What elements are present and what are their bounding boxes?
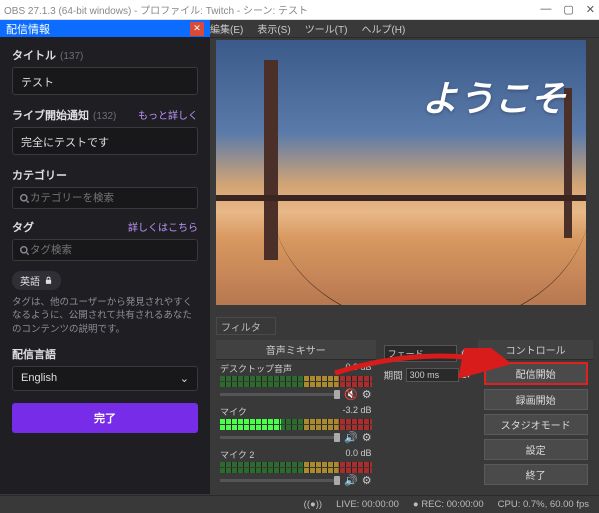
start-streaming-button[interactable]: 配信開始 <box>484 362 588 385</box>
done-button[interactable]: 完了 <box>12 403 198 433</box>
search-icon <box>19 245 30 256</box>
audio-meter <box>220 462 372 467</box>
window-title: OBS 27.1.3 (64-bit windows) - プロファイル: Tw… <box>4 2 308 17</box>
menu-edit[interactable]: 編集(E) <box>210 21 243 36</box>
stream-lang-label: 配信言語 <box>12 346 56 362</box>
tags-label: タグ <box>12 219 34 235</box>
title-input[interactable]: テスト <box>12 67 198 95</box>
volume-slider[interactable] <box>220 436 340 439</box>
settings-button[interactable]: 設定 <box>484 439 588 460</box>
maximize-icon[interactable]: ▢ <box>563 3 573 16</box>
audio-meter <box>220 425 372 430</box>
close-icon[interactable]: ✕ <box>586 3 595 16</box>
tags-input[interactable] <box>30 244 191 256</box>
studio-mode-button[interactable]: スタジオモード <box>484 414 588 435</box>
search-icon <box>19 193 30 204</box>
mixer-item-desktop: デスクトップ音声0.0 dB 🔇 ⚙ <box>216 360 376 403</box>
status-bar: ((●)) LIVE: 00:00:00 ● REC: 00:00:00 CPU… <box>0 495 599 513</box>
minimize-icon[interactable]: — <box>540 3 551 16</box>
filters-label[interactable]: フィルタ <box>216 317 276 335</box>
volume-slider[interactable] <box>220 393 340 396</box>
panel-title: 配信情報 <box>6 21 50 37</box>
category-input[interactable] <box>30 192 191 204</box>
lock-icon <box>44 276 53 285</box>
window-titlebar: OBS 27.1.3 (64-bit windows) - プロファイル: Tw… <box>0 0 599 20</box>
gear-icon[interactable]: ⚙ <box>362 388 372 401</box>
golive-input[interactable]: 完全にテストです <box>12 127 198 155</box>
volume-slider[interactable] <box>220 479 340 482</box>
speaker-icon[interactable]: 🔊 <box>344 474 358 487</box>
tags-more-link[interactable]: 詳しくはこちら <box>128 219 198 234</box>
mixer-title: 音声ミキサー <box>216 340 376 360</box>
gear-icon[interactable]: ⚙ <box>460 347 470 360</box>
category-label: カテゴリー <box>12 167 67 183</box>
speaker-icon[interactable]: 🔊 <box>344 431 358 444</box>
mixer-item-mic2: マイク 20.0 dB 🔊 ⚙ <box>216 446 376 489</box>
chip-label: 英語 <box>20 273 40 288</box>
golive-more-link[interactable]: もっと詳しく <box>138 107 198 122</box>
menu-help[interactable]: ヘルプ(H) <box>361 21 405 36</box>
preview-area[interactable]: ようこそ <box>216 40 586 305</box>
audio-meter <box>220 419 372 424</box>
stream-info-panel: 配信情報 ✕ タイトル (137) テスト ライブ開始通知 (132) もっと詳… <box>0 20 210 494</box>
speaker-muted-icon[interactable]: 🔇 <box>344 388 358 401</box>
title-label: タイトル <box>12 47 56 63</box>
gear-icon[interactable]: ⚙ <box>362 431 372 444</box>
golive-count: (132) <box>93 111 116 122</box>
transition-select[interactable]: フェード ⌄ <box>384 345 458 362</box>
status-cpu: CPU: 0.7%, 60.00 fps <box>498 499 589 510</box>
audio-meter <box>220 382 372 387</box>
audio-meter <box>220 468 372 473</box>
language-chip[interactable]: 英語 <box>12 271 61 290</box>
stream-lang-dropdown[interactable]: English ⌄ <box>12 366 198 391</box>
transitions-dock: フェード ⌄ ⚙ 期間 300 ms ▴▾ <box>380 340 475 490</box>
tags-search[interactable] <box>12 239 198 261</box>
status-rec: ● REC: 00:00:00 <box>413 499 484 510</box>
category-search[interactable] <box>12 187 198 209</box>
start-recording-button[interactable]: 録画開始 <box>484 389 588 410</box>
tags-help-text: タグは、他のユーザーから発見されやすくなるように、公開されて共有されるあなたのコ… <box>12 296 198 336</box>
broadcast-icon: ((●)) <box>304 499 322 510</box>
golive-label: ライブ開始通知 <box>12 107 89 123</box>
welcome-text: ようこそ <box>422 70 566 122</box>
duration-label: 期間 <box>384 368 403 382</box>
exit-button[interactable]: 終了 <box>484 464 588 485</box>
title-count: (137) <box>60 51 83 62</box>
controls-title: コントロール <box>478 340 593 360</box>
audio-mixer-dock: 音声ミキサー デスクトップ音声0.0 dB 🔇 ⚙ マイク-3.2 dB 🔊 <box>216 340 376 490</box>
duration-input[interactable]: 300 ms <box>406 368 460 382</box>
audio-meter <box>220 376 372 381</box>
stepper-icon[interactable]: ▴▾ <box>462 371 470 380</box>
gear-icon[interactable]: ⚙ <box>362 474 372 487</box>
menu-view[interactable]: 表示(S) <box>257 21 290 36</box>
status-live: LIVE: 00:00:00 <box>336 499 399 510</box>
mixer-item-mic1: マイク-3.2 dB 🔊 ⚙ <box>216 403 376 446</box>
controls-dock: コントロール 配信開始 録画開始 スタジオモード 設定 終了 <box>478 340 593 490</box>
stream-lang-value: English <box>21 372 57 384</box>
menu-tools[interactable]: ツール(T) <box>305 21 348 36</box>
panel-close-button[interactable]: ✕ <box>190 22 204 36</box>
panel-header: 配信情報 ✕ <box>0 20 210 37</box>
chevron-down-icon: ⌄ <box>180 372 189 385</box>
